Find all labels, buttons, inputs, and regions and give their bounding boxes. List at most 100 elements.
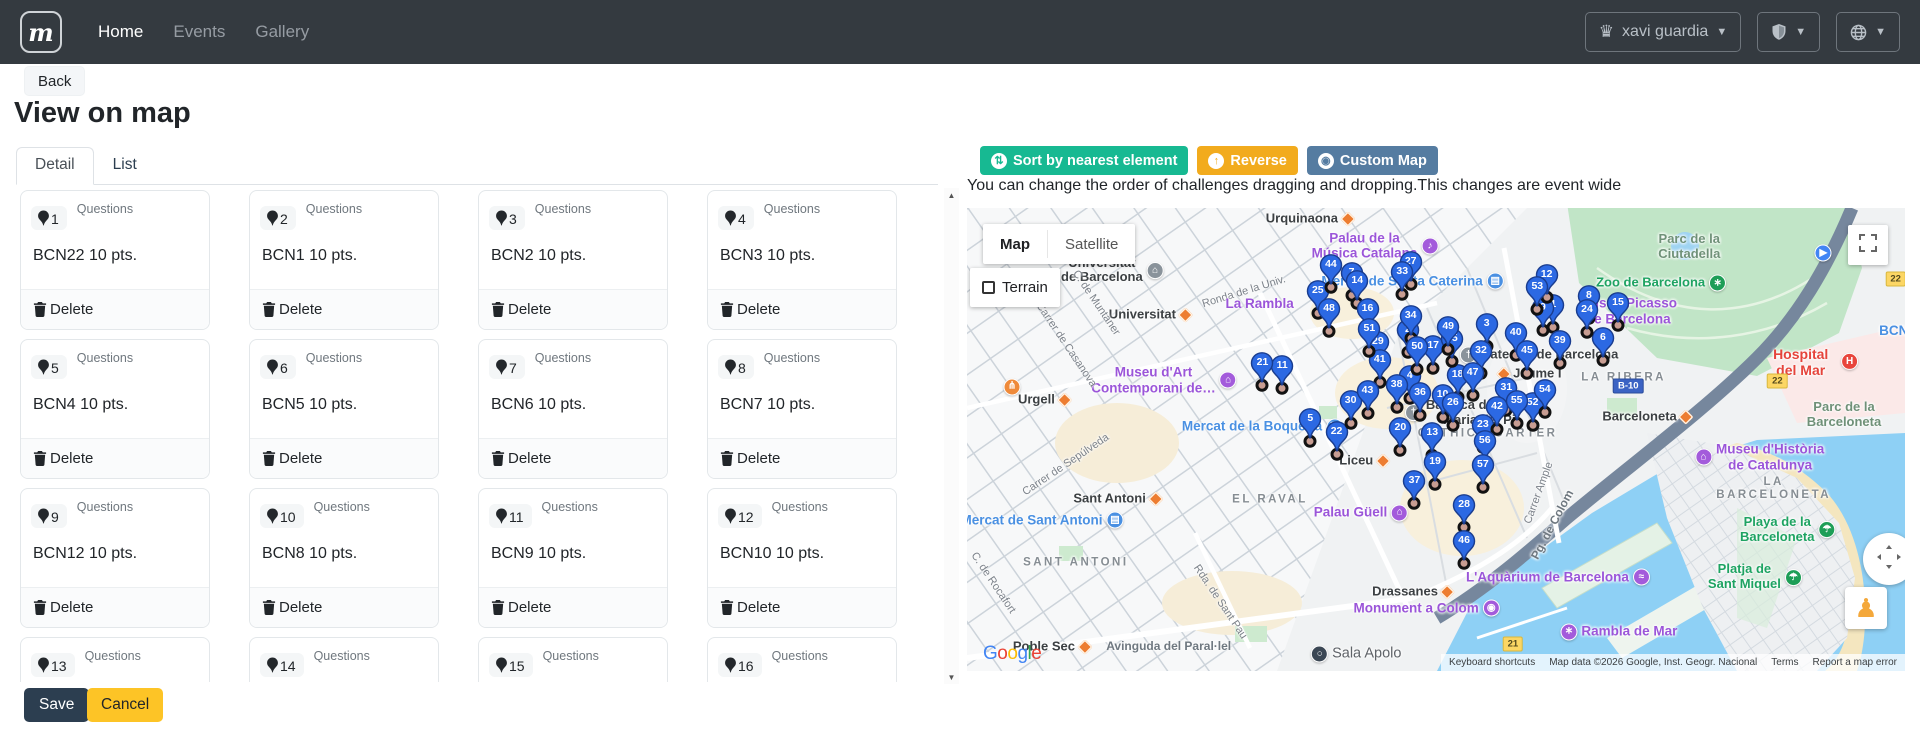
challenge-card[interactable]: 1 Questions BCN22 10 pts. Delete bbox=[20, 190, 210, 330]
tab-list[interactable]: List bbox=[94, 147, 156, 185]
map-pin-icon bbox=[724, 359, 737, 376]
map-label: Urgell bbox=[1018, 393, 1070, 408]
attribution-item[interactable]: Terms bbox=[1771, 657, 1798, 668]
map-marker-54[interactable]: 54 bbox=[1532, 379, 1557, 419]
sort-icon: ⇅ bbox=[991, 153, 1007, 169]
challenge-card[interactable]: 4 Questions BCN3 10 pts. Delete bbox=[707, 190, 897, 330]
custom-map-button[interactable]: ◉Custom Map bbox=[1307, 146, 1438, 175]
delete-button[interactable]: Delete bbox=[250, 289, 438, 329]
delete-button[interactable]: Delete bbox=[479, 289, 667, 329]
marker-number: 3 bbox=[1474, 317, 1499, 329]
map-marker-55[interactable]: 55 bbox=[1504, 390, 1529, 430]
map-marker-50[interactable]: 50 bbox=[1405, 336, 1430, 376]
map-marker-21[interactable]: 21 bbox=[1250, 352, 1275, 392]
map-marker-53[interactable]: 53 bbox=[1525, 276, 1550, 316]
map-marker-36[interactable]: 36 bbox=[1408, 382, 1433, 422]
map-marker-20[interactable]: 20 bbox=[1388, 417, 1413, 457]
admin-menu-button[interactable]: ▼ bbox=[1757, 12, 1820, 52]
marker-number-badge: 15 bbox=[489, 653, 533, 677]
attribution-item[interactable]: Map data ©2026 Google, Inst. Geogr. Naci… bbox=[1549, 657, 1757, 668]
challenge-card[interactable]: 15 Questions Delete bbox=[478, 637, 668, 682]
save-button[interactable]: Save bbox=[24, 688, 89, 722]
map-pin-icon bbox=[495, 508, 508, 525]
map-marker-51[interactable]: 51 bbox=[1357, 318, 1382, 358]
map-marker-33[interactable]: 33 bbox=[1390, 261, 1415, 301]
cart-icon: ▤ bbox=[1487, 273, 1504, 290]
map-marker-45[interactable]: 45 bbox=[1514, 340, 1539, 380]
attribution-item[interactable]: Report a map error bbox=[1813, 657, 1897, 668]
map-marker-44[interactable]: 44 bbox=[1318, 254, 1343, 294]
map-marker-15[interactable]: 15 bbox=[1605, 292, 1630, 332]
challenge-category: Questions bbox=[314, 500, 370, 514]
delete-button[interactable]: Delete bbox=[21, 438, 209, 478]
trash-icon bbox=[720, 302, 734, 317]
map-label-text: Universitat bbox=[1109, 308, 1176, 323]
cancel-button[interactable]: Cancel bbox=[87, 688, 163, 722]
map-type-satellite-button[interactable]: Satellite bbox=[1048, 224, 1135, 264]
challenge-card[interactable]: 7 Questions BCN6 10 pts. Delete bbox=[478, 339, 668, 479]
sort-by-nearest-element-button[interactable]: ⇅Sort by nearest element bbox=[980, 146, 1188, 175]
map-label: Urquinaona bbox=[1266, 212, 1353, 227]
delete-button[interactable]: Delete bbox=[708, 587, 896, 627]
map-marker-5[interactable]: 5 bbox=[1298, 408, 1323, 448]
challenge-card[interactable]: 11 Questions BCN9 10 pts. Delete bbox=[478, 488, 668, 628]
scroll-down-arrow-icon[interactable]: ▼ bbox=[944, 670, 959, 684]
delete-button[interactable]: Delete bbox=[479, 587, 667, 627]
delete-button[interactable]: Delete bbox=[21, 587, 209, 627]
terrain-toggle[interactable]: Terrain bbox=[970, 268, 1060, 307]
tab-detail[interactable]: Detail bbox=[16, 147, 94, 185]
map-marker-39[interactable]: 39 bbox=[1547, 330, 1572, 370]
reverse-button[interactable]: ↑Reverse bbox=[1197, 146, 1297, 175]
challenge-list[interactable]: 1 Questions BCN22 10 pts. Delete 2 Quest… bbox=[20, 190, 932, 682]
scroll-up-arrow-icon[interactable]: ▲ bbox=[944, 188, 959, 202]
marker-number-badge: 9 bbox=[31, 504, 67, 528]
delete-button[interactable]: Delete bbox=[21, 289, 209, 329]
map-marker-49[interactable]: 49 bbox=[1436, 316, 1461, 356]
challenge-card[interactable]: 13 Questions Delete bbox=[20, 637, 210, 682]
attribution-item[interactable]: Keyboard shortcuts bbox=[1449, 657, 1535, 668]
challenge-order-number: 15 bbox=[509, 658, 525, 674]
map-marker-57[interactable]: 57 bbox=[1470, 454, 1495, 494]
challenge-card[interactable]: 2 Questions BCN1 10 pts. Delete bbox=[249, 190, 439, 330]
challenge-list-scrollbar[interactable]: ▲ ▼ bbox=[944, 188, 959, 684]
nav-link-gallery[interactable]: Gallery bbox=[255, 22, 309, 42]
map-marker-43[interactable]: 43 bbox=[1355, 380, 1380, 420]
map-marker-46[interactable]: 46 bbox=[1452, 530, 1477, 570]
language-menu-button[interactable]: ▼ bbox=[1836, 12, 1900, 52]
map-marker-47[interactable]: 47 bbox=[1460, 362, 1485, 402]
metro-icon bbox=[1440, 584, 1456, 600]
marker-number: 28 bbox=[1452, 498, 1477, 510]
nav-link-home[interactable]: Home bbox=[98, 22, 143, 42]
google-map[interactable]: UrquinaonaPalau de la Música Catalana♪Pa… bbox=[967, 208, 1905, 671]
challenge-card[interactable]: 14 Questions Delete bbox=[249, 637, 439, 682]
map-marker-24[interactable]: 24 bbox=[1575, 299, 1600, 339]
delete-button[interactable]: Delete bbox=[250, 587, 438, 627]
challenge-card[interactable]: 9 Questions BCN12 10 pts. Delete bbox=[20, 488, 210, 628]
trash-icon bbox=[491, 302, 505, 317]
nav-link-events[interactable]: Events bbox=[173, 22, 225, 42]
marker-number: 16 bbox=[1355, 302, 1380, 314]
map-type-map-button[interactable]: Map bbox=[983, 224, 1047, 264]
challenge-card[interactable]: 8 Questions BCN7 10 pts. Delete bbox=[707, 339, 897, 479]
user-menu-button[interactable]: ♛ xavi guardia ▼ bbox=[1585, 12, 1741, 52]
terrain-checkbox[interactable] bbox=[982, 281, 995, 294]
challenge-card[interactable]: 10 Questions BCN8 10 pts. Delete bbox=[249, 488, 439, 628]
delete-button[interactable]: Delete bbox=[250, 438, 438, 478]
back-button[interactable]: Back bbox=[24, 66, 85, 96]
map-label-text: Museu d'Art Contemporani de… bbox=[1091, 365, 1216, 396]
challenge-card[interactable]: 6 Questions BCN5 10 pts. Delete bbox=[249, 339, 439, 479]
map-marker-48[interactable]: 48 bbox=[1317, 298, 1342, 338]
delete-button[interactable]: Delete bbox=[708, 289, 896, 329]
delete-button[interactable]: Delete bbox=[479, 438, 667, 478]
fullscreen-button[interactable] bbox=[1848, 225, 1888, 265]
challenge-card[interactable]: 3 Questions BCN2 10 pts. Delete bbox=[478, 190, 668, 330]
challenge-title: BCN10 10 pts. bbox=[720, 545, 824, 563]
street-view-pegman[interactable]: ♟ bbox=[1845, 587, 1887, 629]
map-marker-37[interactable]: 37 bbox=[1402, 470, 1427, 510]
delete-button[interactable]: Delete bbox=[708, 438, 896, 478]
map-marker-28[interactable]: 28 bbox=[1452, 494, 1477, 534]
brand-logo[interactable]: m bbox=[20, 11, 62, 53]
challenge-card[interactable]: 5 Questions BCN4 10 pts. Delete bbox=[20, 339, 210, 479]
challenge-card[interactable]: 16 Questions Delete bbox=[707, 637, 897, 682]
challenge-card[interactable]: 12 Questions BCN10 10 pts. Delete bbox=[707, 488, 897, 628]
